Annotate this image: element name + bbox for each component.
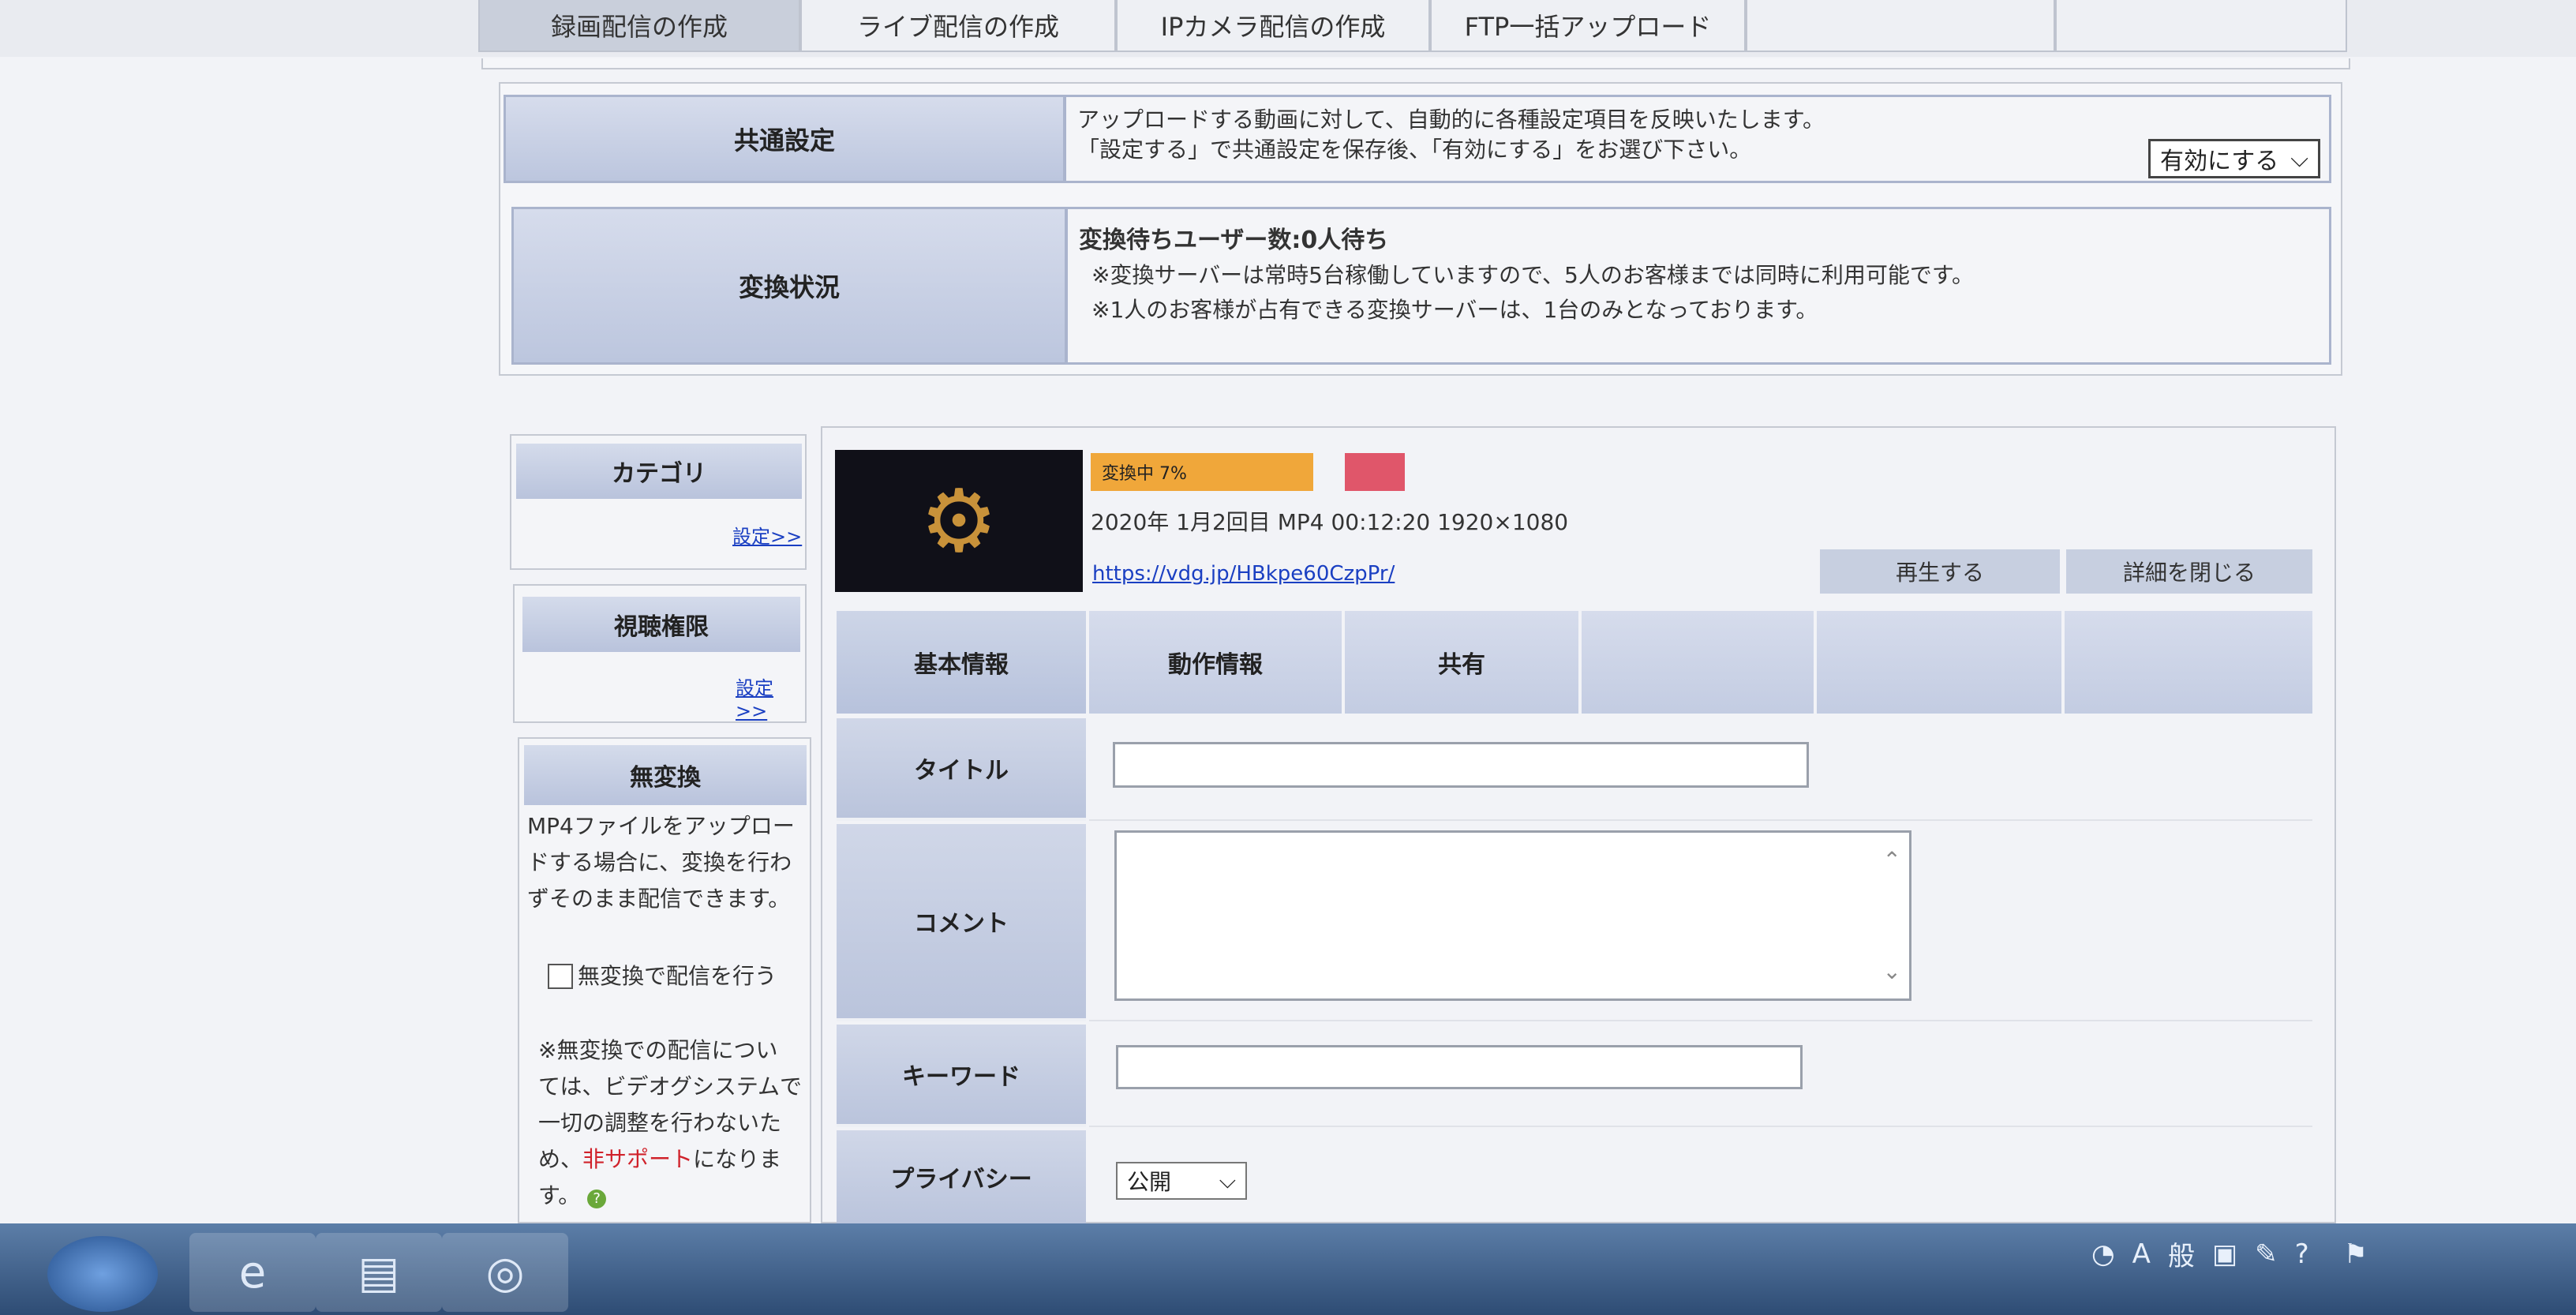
permission-title: 視聴権限 bbox=[522, 597, 800, 652]
ime-mode-icon[interactable]: 般 bbox=[2168, 1234, 2195, 1273]
tab-content-rule bbox=[481, 58, 2350, 69]
tab-share[interactable]: 共有 bbox=[1345, 611, 1578, 714]
tab-basic-info[interactable]: 基本情報 bbox=[837, 611, 1086, 714]
video-url-link[interactable]: https://vdg.jp/HBkpe60CzpPr/ bbox=[1092, 562, 1395, 586]
comment-label: コメント bbox=[837, 824, 1086, 1021]
noconvert-checkbox-label: 無変換で配信を行う bbox=[578, 963, 777, 989]
status-color-marker bbox=[1345, 453, 1405, 491]
noconvert-note-text: になりま bbox=[693, 1146, 782, 1172]
help-icon[interactable]: ? bbox=[587, 1189, 607, 1208]
system-tray: ◔ A 般 ▣ ✎ ? ⚑ bbox=[2091, 1234, 2368, 1273]
noconvert-note-text: め、 bbox=[538, 1146, 583, 1172]
noconvert-title: 無変換 bbox=[524, 745, 807, 805]
gears-icon: ⚙ bbox=[919, 470, 998, 571]
tab-empty-5 bbox=[2065, 611, 2312, 714]
flag-icon[interactable]: ⚑ bbox=[2344, 1238, 2368, 1270]
tray-app-icon[interactable]: ◔ bbox=[2091, 1238, 2115, 1270]
comment-textarea[interactable]: ⌃ ⌄ bbox=[1114, 830, 1911, 1001]
conversion-status-body: 変換待ちユーザー数:0人待ち ※変換サーバーは常時5台稼働していますので、5人の… bbox=[1065, 207, 2331, 365]
tab-ipcamera-delivery[interactable]: IPカメラ配信の作成 bbox=[1116, 0, 1430, 52]
privacy-label: プライバシー bbox=[837, 1130, 1086, 1223]
tab-recorded-delivery[interactable]: 録画配信の作成 bbox=[478, 0, 800, 52]
noconvert-note-line: ※無変換での配信につい bbox=[538, 1037, 778, 1063]
network-app-icon[interactable]: ◎ bbox=[442, 1233, 568, 1312]
keyword-input[interactable] bbox=[1116, 1045, 1803, 1089]
noconvert-desc-line: MP4ファイルをアップロー bbox=[527, 813, 795, 839]
noconvert-description: MP4ファイルをアップロー ドする場合に、変換を行わ ずそのまま配信できます。 bbox=[527, 808, 811, 917]
conversion-waiting-count: 変換待ちユーザー数:0人待ち bbox=[1079, 227, 1389, 254]
common-settings-select-value: 有効にする bbox=[2160, 148, 2279, 175]
noconvert-desc-line: ドする場合に、変換を行わ bbox=[527, 849, 792, 875]
keyword-label: キーワード bbox=[837, 1025, 1086, 1127]
chevron-down-icon: ⌵ bbox=[1219, 1167, 1236, 1193]
conversion-note-1: ※変換サーバーは常時5台稼働していますので、5人のお客様までは同時に利用可能です… bbox=[1091, 262, 1975, 288]
tab-empty-3 bbox=[1582, 611, 1814, 714]
tab-ftp-upload[interactable]: FTP一括アップロード bbox=[1430, 0, 1746, 52]
noconvert-note-line: 一切の調整を行わないた bbox=[538, 1110, 782, 1136]
tab-operation-info[interactable]: 動作情報 bbox=[1089, 611, 1342, 714]
title-input[interactable] bbox=[1113, 742, 1809, 788]
tab-live-delivery[interactable]: ライブ配信の作成 bbox=[800, 0, 1116, 52]
conversion-status-label: 変換状況 bbox=[511, 207, 1067, 365]
video-thumbnail[interactable]: ⚙ bbox=[835, 450, 1083, 592]
conversion-status-badge: 変換中 7% bbox=[1091, 453, 1313, 491]
common-settings-body: アップロードする動画に対して、自動的に各種設定項目を反映いたします。 「設定する… bbox=[1064, 95, 2331, 183]
common-settings-select[interactable]: 有効にする ⌵ bbox=[2148, 139, 2320, 178]
scroll-down-icon[interactable]: ⌄ bbox=[1883, 958, 1901, 984]
tray-folder-icon[interactable]: ▣ bbox=[2212, 1238, 2237, 1270]
privacy-select-value: 公開 bbox=[1127, 1169, 1172, 1195]
noconvert-checkbox[interactable] bbox=[548, 964, 573, 989]
internet-explorer-icon[interactable]: e bbox=[189, 1233, 316, 1312]
category-title: カテゴリ bbox=[516, 444, 802, 499]
play-button[interactable]: 再生する bbox=[1820, 549, 2060, 594]
category-box: カテゴリ 設定>> bbox=[510, 434, 807, 570]
scroll-up-icon[interactable]: ⌃ bbox=[1883, 847, 1901, 873]
help-icon[interactable]: ? bbox=[2295, 1238, 2309, 1270]
file-explorer-icon[interactable]: ▤ bbox=[316, 1233, 442, 1312]
common-settings-line1: アップロードする動画に対して、自動的に各種設定項目を反映いたします。 bbox=[1077, 107, 1825, 133]
tab-empty-4 bbox=[1817, 611, 2061, 714]
unsupported-text: 非サポート bbox=[582, 1146, 694, 1172]
tray-tools-icon[interactable]: ✎ bbox=[2255, 1238, 2278, 1270]
start-button[interactable] bbox=[47, 1236, 158, 1312]
video-metadata: 2020年 1月2回目 MP4 00:12:20 1920×1080 bbox=[1091, 509, 1569, 535]
noconvert-checkbox-row[interactable]: 無変換で配信を行う bbox=[548, 958, 777, 995]
privacy-select[interactable]: 公開 ⌵ bbox=[1116, 1162, 1247, 1200]
tab-empty-2 bbox=[2055, 0, 2347, 52]
close-details-button[interactable]: 詳細を閉じる bbox=[2066, 549, 2312, 594]
noconvert-note-line: ては、ビデオグシステムで bbox=[538, 1073, 803, 1100]
noconvert-note: ※無変換での配信につい ては、ビデオグシステムで 一切の調整を行わないた め、非… bbox=[538, 1032, 810, 1214]
common-settings-label: 共通設定 bbox=[504, 95, 1065, 183]
noconvert-desc-line: ずそのまま配信できます。 bbox=[527, 886, 791, 912]
title-label: タイトル bbox=[837, 718, 1086, 821]
noconvert-box: 無変換 MP4ファイルをアップロー ドする場合に、変換を行わ ずそのまま配信でき… bbox=[518, 737, 811, 1223]
category-settings-link[interactable]: 設定>> bbox=[732, 521, 802, 549]
tab-empty-1 bbox=[1746, 0, 2055, 52]
noconvert-note-text: す。 bbox=[538, 1182, 581, 1208]
permission-settings-link[interactable]: 設定>> bbox=[736, 672, 805, 722]
permission-box: 視聴権限 設定>> bbox=[513, 584, 807, 723]
ime-icon[interactable]: A bbox=[2132, 1238, 2151, 1270]
common-settings-line2: 「設定する」で共通設定を保存後、「有効にする」をお選び下さい。 bbox=[1077, 137, 1752, 163]
chevron-down-icon: ⌵ bbox=[2290, 144, 2308, 173]
conversion-note-2: ※1人のお客様が占有できる変換サーバーは、1台のみとなっております。 bbox=[1091, 297, 1818, 323]
